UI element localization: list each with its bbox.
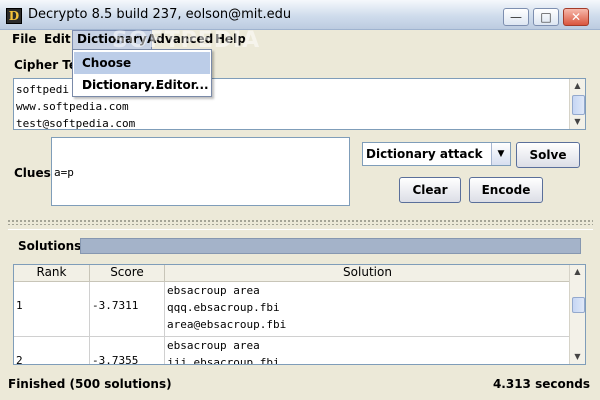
rank-cell: 1 — [14, 282, 90, 336]
attack-method-value: Dictionary attack — [366, 147, 483, 161]
encode-button[interactable]: Encode — [469, 177, 543, 203]
scroll-up-icon[interactable]: ▲ — [570, 265, 585, 279]
solution-line: ebsacroup area — [167, 284, 260, 297]
solution-cell: ebsacroup area qqq.ebsacroup.fbi area@eb… — [165, 282, 571, 336]
menu-item-choose-dictionary[interactable]: Choose Dictionary... — [74, 52, 210, 92]
column-header-rank[interactable]: Rank — [14, 265, 90, 281]
clues-label: Clues — [14, 166, 51, 180]
scroll-down-icon[interactable]: ▼ — [570, 115, 585, 129]
menu-file[interactable]: File — [8, 30, 41, 49]
app-icon: D — [6, 8, 22, 24]
solution-cell: ebsacroup area jjj.ebsacroup.fbi — [165, 337, 571, 365]
table-scrollbar[interactable]: ▲ ▼ — [569, 265, 585, 364]
minimize-icon[interactable]: — — [503, 8, 529, 26]
column-header-solution[interactable]: Solution — [165, 265, 571, 281]
scroll-thumb[interactable] — [572, 297, 585, 313]
menu-edit[interactable]: Edit — [40, 30, 75, 49]
close-icon[interactable]: ✕ — [563, 8, 589, 26]
menu-help[interactable]: Help — [211, 30, 250, 49]
score-cell: -3.7311 — [90, 282, 165, 336]
solutions-table[interactable]: Rank Score Solution 1 -3.7311 ebsacroup … — [13, 264, 586, 365]
cipher-line: www.softpedia.com — [16, 100, 129, 113]
menu-bar: File Edit Dictionary Advanced Help — [0, 30, 600, 50]
attack-method-select[interactable]: Dictionary attack ▼ — [362, 142, 511, 166]
window-title: Decrypto 8.5 build 237, eolson@mit.edu — [28, 7, 292, 22]
scroll-thumb[interactable] — [572, 95, 585, 115]
solutions-progress-bar — [80, 238, 581, 254]
rank-cell: 2 — [14, 337, 90, 364]
solution-line: area@ebsacroup.fbi — [167, 318, 287, 331]
scroll-up-icon[interactable]: ▲ — [570, 79, 585, 93]
chevron-down-icon[interactable]: ▼ — [491, 143, 510, 165]
menu-dictionary[interactable]: Dictionary — [72, 30, 152, 50]
divider — [8, 229, 593, 230]
scroll-down-icon[interactable]: ▼ — [570, 350, 585, 364]
splitter-handle[interactable] — [7, 219, 593, 225]
menu-advanced[interactable]: Advanced — [143, 30, 217, 49]
solve-button[interactable]: Solve — [516, 142, 580, 168]
solution-line: ebsacroup area — [167, 339, 260, 352]
status-message: Finished (500 solutions) — [8, 377, 172, 391]
maximize-icon[interactable]: □ — [533, 8, 559, 26]
table-row[interactable]: 2 -3.7355 ebsacroup area jjj.ebsacroup.f… — [14, 337, 571, 365]
score-cell: -3.7355 — [90, 337, 165, 364]
cipher-line: test@softpedia.com — [16, 117, 136, 130]
menu-item-dictionary-editor[interactable]: Dictionary Editor... — [74, 74, 210, 96]
elapsed-time: 4.313 seconds — [492, 377, 590, 391]
clues-input[interactable]: a=p — [51, 137, 350, 206]
solution-line: jjj.ebsacroup.fbi — [167, 356, 280, 365]
dictionary-menu-dropdown: Choose Dictionary... Dictionary Editor..… — [72, 49, 212, 97]
column-header-score[interactable]: Score — [90, 265, 165, 281]
table-header: Rank Score Solution — [14, 265, 571, 282]
cipher-scrollbar[interactable]: ▲ ▼ — [569, 79, 585, 129]
solution-line: qqq.ebsacroup.fbi — [167, 301, 280, 314]
solutions-label: Solutions: — [18, 239, 87, 253]
table-row[interactable]: 1 -3.7311 ebsacroup area qqq.ebsacroup.f… — [14, 282, 571, 337]
clear-button[interactable]: Clear — [399, 177, 461, 203]
